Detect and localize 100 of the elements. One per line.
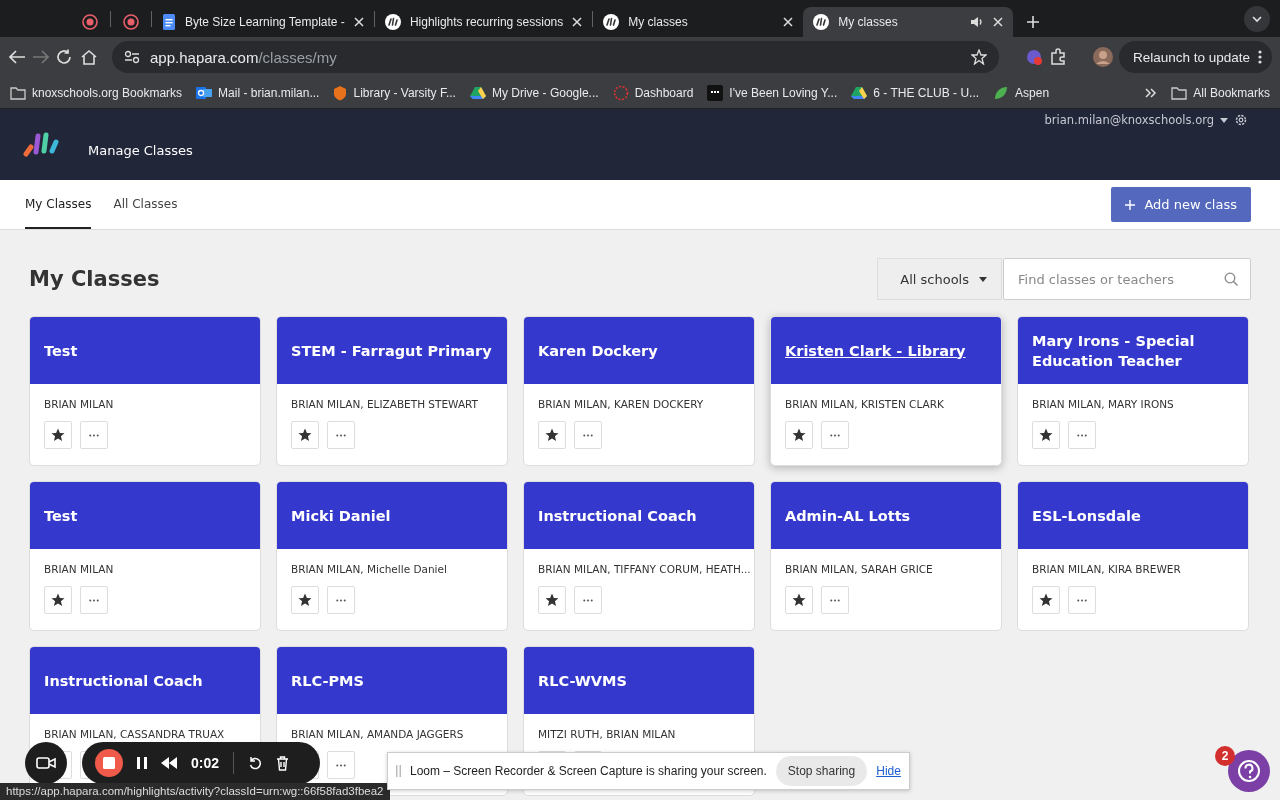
forward-icon[interactable]: [32, 49, 50, 65]
class-card[interactable]: Test BRIAN MILAN: [29, 481, 261, 631]
reload-icon[interactable]: [56, 49, 74, 65]
home-icon[interactable]: [80, 49, 98, 65]
relaunch-button[interactable]: Relaunch to update: [1118, 41, 1272, 73]
search-field[interactable]: Find classes or teachers: [1003, 258, 1251, 300]
class-title[interactable]: Karen Dockery: [538, 340, 658, 361]
record-icon: [123, 14, 139, 30]
delete-icon[interactable]: [276, 755, 290, 771]
browser-tab[interactable]: Byte Size Learning Template -: [152, 7, 374, 37]
class-card[interactable]: Kristen Clark - Library BRIAN MILAN, KRISTEN CLARK: [770, 316, 1002, 466]
favorite-button[interactable]: [538, 586, 566, 614]
more-bookmarks-icon[interactable]: [1145, 87, 1158, 98]
browser-tab[interactable]: My classes: [593, 7, 804, 37]
help-button[interactable]: [1228, 750, 1270, 792]
nav-tab[interactable]: All Classes: [113, 180, 178, 229]
bookmark[interactable]: Library - Varsity F...: [333, 84, 456, 101]
more-icon: [1077, 598, 1087, 602]
browser-tab[interactable]: My classes: [803, 7, 1014, 37]
class-title[interactable]: RLC-PMS: [291, 670, 364, 691]
tab-title: My classes: [628, 15, 689, 29]
profile-avatar-icon[interactable]: [1092, 47, 1113, 67]
close-icon[interactable]: [783, 17, 794, 27]
more-icon: [583, 598, 593, 602]
document-icon: [162, 14, 176, 30]
bookmark[interactable]: All Bookmarks: [1171, 85, 1270, 100]
browser-tab[interactable]: Highlights recurring sessions: [374, 7, 593, 37]
new-tab-icon[interactable]: [1027, 16, 1040, 28]
close-icon[interactable]: [353, 17, 364, 27]
rewind-icon[interactable]: [161, 757, 177, 769]
favorite-button[interactable]: [1032, 421, 1060, 449]
add-class-button[interactable]: Add new class: [1111, 187, 1251, 222]
bookmark[interactable]: knoxschools.org Bookmarks: [10, 85, 183, 100]
favorite-button[interactable]: [785, 421, 813, 449]
link-status-tooltip: https://app.hapara.com/highlights/activity?classId=urn:wg::66f58fad3fbea2: [0, 783, 390, 800]
stop-recording-button[interactable]: [95, 749, 123, 777]
bookmark-folder-icon: [10, 85, 26, 100]
restart-icon[interactable]: [248, 756, 263, 770]
favorite-button[interactable]: [44, 586, 72, 614]
class-card[interactable]: STEM - Farragut Primary BRIAN MILAN, ELIZABETH STEWART: [276, 316, 508, 466]
class-card[interactable]: ESL-Lonsdale BRIAN MILAN, KIRA BREWER: [1017, 481, 1249, 631]
more-icon: [336, 763, 346, 767]
bookmark[interactable]: 6 - THE CLUB - U...: [851, 85, 980, 100]
close-icon[interactable]: [572, 17, 583, 27]
class-teachers: BRIAN MILAN, KAREN DOCKERY: [537, 397, 705, 410]
star-icon: [298, 428, 312, 442]
class-card[interactable]: Instructional Coach BRIAN MILAN, TIFFANY CORUM, HEATH...: [523, 481, 755, 631]
class-title[interactable]: RLC-WVMS: [538, 670, 627, 691]
class-card[interactable]: Test BRIAN MILAN: [29, 316, 261, 466]
school-dropdown[interactable]: All schools: [877, 258, 1002, 300]
class-card[interactable]: Mary Irons - Special Education Teacher BRIAN MILAN, MARY IRONS: [1017, 316, 1249, 466]
app-logo-icon: [384, 14, 401, 30]
class-card[interactable]: Karen Dockery BRIAN MILAN, KAREN DOCKERY: [523, 316, 755, 466]
class-title[interactable]: ESL-Lonsdale: [1032, 505, 1141, 526]
class-title[interactable]: Micki Daniel: [291, 505, 391, 526]
camera-icon: [36, 756, 56, 770]
pause-icon[interactable]: [137, 757, 147, 769]
bookmark[interactable]: I've Been Loving Y...: [707, 84, 838, 101]
nav-tab[interactable]: My Classes: [25, 180, 92, 229]
settings-icon[interactable]: [1234, 113, 1248, 127]
back-icon[interactable]: [8, 49, 26, 65]
site-settings-icon: [124, 50, 140, 64]
class-teachers: BRIAN MILAN, SARAH GRICE: [784, 562, 934, 575]
class-card[interactable]: Admin-AL Lotts BRIAN MILAN, SARAH GRICE: [770, 481, 1002, 631]
class-title[interactable]: Test: [44, 505, 78, 526]
star-icon: [545, 593, 559, 607]
class-teachers: BRIAN MILAN, KRISTEN CLARK: [784, 397, 945, 410]
favorite-button[interactable]: [44, 421, 72, 449]
search-icon[interactable]: [1224, 272, 1238, 286]
favorite-button[interactable]: [785, 586, 813, 614]
address-bar[interactable]: app.hapara.com/classes/my: [112, 41, 999, 73]
hide-link[interactable]: Hide: [876, 764, 901, 778]
star-icon: [1039, 428, 1053, 442]
extension-icon[interactable]: [1024, 48, 1043, 66]
class-teachers: BRIAN MILAN, CASSANDRA TRUAX: [43, 727, 226, 740]
plus-icon: [1125, 199, 1136, 210]
bookmark[interactable]: Dashboard: [612, 84, 694, 101]
favorite-button[interactable]: [291, 421, 319, 449]
tab-search-icon[interactable]: [1244, 6, 1270, 32]
class-teachers: BRIAN MILAN, TIFFANY CORUM, HEATH...: [537, 562, 752, 575]
class-title[interactable]: Test: [44, 340, 78, 361]
class-teachers: BRIAN MILAN, KIRA BREWER: [1031, 562, 1182, 575]
bookmark-star-icon[interactable]: [970, 49, 987, 65]
bookmark[interactable]: My Drive - Google...: [469, 85, 599, 100]
caret-icon[interactable]: [1220, 117, 1228, 123]
class-title[interactable]: Admin-AL Lotts: [785, 505, 911, 526]
favorite-button[interactable]: [1032, 586, 1060, 614]
stop-sharing-button[interactable]: Stop sharing: [775, 756, 868, 786]
favorite-button[interactable]: [538, 421, 566, 449]
bookmark-folder-icon: [1171, 85, 1188, 100]
bookmark[interactable]: Aspen: [993, 84, 1050, 101]
drag-handle-icon[interactable]: [396, 765, 401, 777]
favorite-button[interactable]: [291, 586, 319, 614]
bookmark[interactable]: Mail - brian.milan...: [196, 85, 320, 100]
close-icon[interactable]: [993, 17, 1004, 27]
user-account-menu[interactable]: brian.milan@knoxschools.org: [1044, 113, 1214, 127]
class-card[interactable]: Micki Daniel BRIAN MILAN, Michelle Daniel: [276, 481, 508, 631]
class-teachers: BRIAN MILAN, AMANDA JAGGERS: [290, 727, 465, 740]
stop-icon: [103, 757, 115, 769]
puzzle-icon[interactable]: [1048, 48, 1067, 66]
